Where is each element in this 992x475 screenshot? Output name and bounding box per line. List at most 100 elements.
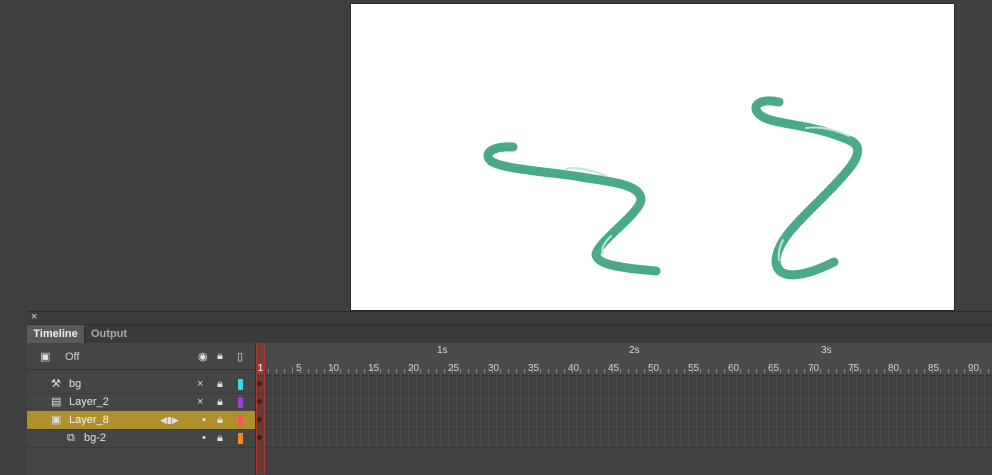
outline-icon[interactable]: ▯ bbox=[237, 350, 243, 364]
ruler-tick-mark bbox=[644, 369, 645, 373]
ruler-tick-mark bbox=[804, 369, 805, 373]
playhead[interactable]: 1 bbox=[256, 343, 265, 474]
ruler-tick-mark bbox=[332, 367, 333, 373]
panel-header: × bbox=[27, 310, 992, 325]
ruler-tick-mark bbox=[508, 369, 509, 373]
ruler-tick-mark bbox=[420, 369, 421, 373]
playback-controls-icon[interactable]: ◀▮▶ bbox=[160, 413, 179, 427]
layer-color-swatch[interactable] bbox=[238, 379, 243, 390]
ruler-tick-mark bbox=[812, 367, 813, 373]
layer-icon: ▣ bbox=[51, 414, 62, 426]
ruler-tick-mark bbox=[492, 367, 493, 373]
ruler-tick-mark bbox=[796, 369, 797, 373]
ruler-tick-mark bbox=[948, 369, 949, 373]
layer-name[interactable]: Layer_8 bbox=[69, 414, 109, 426]
brush-stroke-left bbox=[483, 142, 661, 276]
ruler-second-label: 3s bbox=[821, 345, 832, 356]
layer-row-layer-2[interactable]: ▤ Layer_2 × 🔒︎ bbox=[27, 393, 255, 412]
frame-row-layer-8[interactable] bbox=[256, 411, 992, 430]
visible-dot-icon[interactable]: • bbox=[202, 431, 206, 445]
lock-icon[interactable]: 🔒︎ bbox=[217, 431, 223, 445]
ruler-tick-mark bbox=[756, 369, 757, 373]
ruler-tick-mark bbox=[684, 369, 685, 373]
ruler-second-label: 1s bbox=[437, 345, 448, 356]
ruler-tick-mark bbox=[700, 369, 701, 373]
ruler-tick-mark bbox=[580, 369, 581, 373]
ruler-tick-mark bbox=[884, 369, 885, 373]
ruler-tick-mark bbox=[844, 369, 845, 373]
ruler-tick-mark bbox=[284, 369, 285, 373]
layer-icon: ▤ bbox=[51, 396, 62, 408]
ruler-tick-label: 55 bbox=[688, 363, 700, 374]
ruler-tick-mark bbox=[820, 369, 821, 373]
ruler-tick-label: 30 bbox=[488, 363, 500, 374]
layer-name[interactable]: bg bbox=[69, 378, 81, 390]
ruler-tick-mark bbox=[524, 369, 525, 373]
lock-icon[interactable]: 🔒︎ bbox=[217, 377, 223, 391]
layer-color-swatch[interactable] bbox=[238, 397, 243, 408]
lock-icon[interactable]: 🔒︎ bbox=[217, 395, 223, 409]
ruler-tick-mark bbox=[748, 369, 749, 373]
ruler-tick-label: 20 bbox=[408, 363, 420, 374]
stage-canvas[interactable] bbox=[351, 4, 954, 310]
tab-timeline[interactable]: Timeline bbox=[27, 325, 85, 343]
layer-row-bg-2[interactable]: ⧉ bg-2 • 🔒︎ bbox=[27, 429, 255, 448]
ruler-tick-mark bbox=[836, 369, 837, 373]
ruler-tick-mark bbox=[396, 369, 397, 373]
hidden-icon[interactable]: × bbox=[197, 395, 203, 409]
close-icon[interactable]: × bbox=[31, 310, 37, 324]
ruler-tick-mark bbox=[980, 369, 981, 373]
ruler-tick-mark bbox=[268, 369, 269, 373]
ruler-tick-mark bbox=[972, 367, 973, 373]
ruler-tick-mark bbox=[468, 369, 469, 373]
ruler-tick-mark bbox=[788, 369, 789, 373]
ruler-tick-mark bbox=[916, 369, 917, 373]
masked-layer-icon: ⧉ bbox=[67, 432, 75, 444]
ruler-tick-label: 80 bbox=[888, 363, 900, 374]
guide-layer-icon: ⚒ bbox=[51, 378, 61, 390]
layer-name[interactable]: Layer_2 bbox=[69, 396, 109, 408]
layer-row-bg[interactable]: ⚒ bg × 🔒︎ bbox=[27, 375, 255, 394]
ruler-tick-mark bbox=[708, 369, 709, 373]
frame-row-bg[interactable] bbox=[256, 375, 992, 394]
ruler-tick-mark bbox=[404, 369, 405, 373]
ruler-tick-mark bbox=[532, 367, 533, 373]
lock-icon[interactable]: 🔒︎ bbox=[217, 349, 223, 363]
lock-icon[interactable]: 🔒︎ bbox=[217, 413, 223, 427]
tab-output[interactable]: Output bbox=[91, 325, 127, 343]
ruler-tick-mark bbox=[620, 369, 621, 373]
ruler-tick-mark bbox=[564, 369, 565, 373]
visible-dot-icon[interactable]: • bbox=[202, 413, 206, 427]
layer-color-swatch[interactable] bbox=[238, 433, 243, 444]
ruler-tick-mark bbox=[676, 369, 677, 373]
ruler-tick-mark bbox=[412, 367, 413, 373]
layer-row-layer-8[interactable]: ▣ Layer_8 ◀▮▶ • 🔒︎ bbox=[27, 411, 255, 430]
frame-ruler[interactable]: 5 10 15 20 25 30 35 40 45 50 55 60 65 70 75 80 85 90 1s 2s 3… bbox=[256, 343, 992, 376]
ruler-tick-mark bbox=[548, 369, 549, 373]
layer-name[interactable]: bg-2 bbox=[84, 432, 106, 444]
camera-icon[interactable]: ▣ bbox=[40, 350, 50, 364]
hidden-icon[interactable]: × bbox=[197, 377, 203, 391]
ruler-tick-mark bbox=[500, 369, 501, 373]
eye-icon[interactable]: ◉ bbox=[198, 350, 208, 364]
ruler-tick-mark bbox=[628, 369, 629, 373]
ruler-tick-label: 15 bbox=[368, 363, 380, 374]
timeline-frames[interactable]: 5 10 15 20 25 30 35 40 45 50 55 60 65 70 75 80 85 90 1s 2s 3… bbox=[256, 343, 992, 475]
ruler-tick-mark bbox=[652, 367, 653, 373]
frame-row-layer-2[interactable] bbox=[256, 393, 992, 412]
ruler-tick-label: 40 bbox=[568, 363, 580, 374]
ruler-tick-mark bbox=[940, 369, 941, 373]
layers-list: ▣ Off ◉ 🔒︎ ▯ ⚒ bg × 🔒︎ ▤ Layer_2 × 🔒︎ ▣ … bbox=[27, 343, 256, 475]
ruler-tick-mark bbox=[692, 367, 693, 373]
ruler-tick-mark bbox=[604, 369, 605, 373]
ruler-tick-label: 60 bbox=[728, 363, 740, 374]
ruler-tick-label: 10 bbox=[328, 363, 340, 374]
ruler-tick-mark bbox=[828, 369, 829, 373]
ruler-tick-mark bbox=[476, 369, 477, 373]
ruler-tick-mark bbox=[324, 369, 325, 373]
ruler-tick-label: 85 bbox=[928, 363, 940, 374]
camera-status[interactable]: Off bbox=[65, 351, 79, 363]
frame-row-bg-2[interactable] bbox=[256, 429, 992, 448]
ruler-tick-mark bbox=[588, 369, 589, 373]
layer-color-swatch[interactable] bbox=[238, 415, 243, 426]
